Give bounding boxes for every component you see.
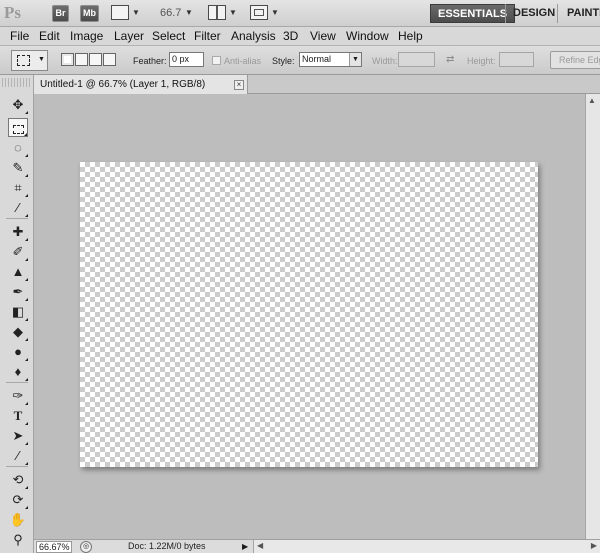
pen-tool-icon[interactable]: ✑ — [8, 386, 28, 405]
rectangular-marquee-icon — [17, 55, 30, 66]
menu-image[interactable]: Image — [70, 29, 103, 43]
intersect-selection-button[interactable] — [103, 53, 116, 66]
crop-tool-icon[interactable]: ⌗ — [8, 178, 28, 197]
dodge-tool-icon[interactable]: ♦ — [8, 362, 28, 381]
lasso-tool-icon[interactable]: ◌ — [8, 138, 28, 157]
toolbar-divider — [6, 218, 28, 219]
menu-edit[interactable]: Edit — [39, 29, 60, 43]
paint-bucket-tool-icon[interactable]: ◆ — [8, 322, 28, 341]
tools-panel: ✥ ◌ ✎ ⌗ ⁄ ✚ ✐ ▲ ✒ ◧ ◆ ● ♦ ✑ T ➤ ∕ ⟲ ⟳ ✋ … — [0, 75, 34, 553]
transparent-canvas[interactable] — [80, 162, 538, 467]
close-icon[interactable]: × — [234, 80, 244, 90]
antialias-label: Anti-alias — [224, 56, 262, 66]
history-brush-tool-icon[interactable]: ✒ — [8, 282, 28, 301]
path-selection-tool-icon[interactable]: ➤ — [8, 426, 28, 445]
arrange-documents-button[interactable]: ▼ — [208, 5, 237, 22]
chevron-down-icon: ▼ — [38, 56, 45, 63]
chevron-down-icon[interactable]: ▼ — [185, 8, 193, 17]
workspace-divider — [557, 4, 558, 23]
screen-mode-icon — [250, 5, 268, 20]
feather-input[interactable]: 0 px — [169, 52, 204, 67]
width-label: Width: — [372, 56, 398, 66]
menu-window[interactable]: Window — [346, 29, 389, 43]
eraser-tool-icon[interactable]: ◧ — [8, 302, 28, 321]
chevron-down-icon: ▼ — [271, 8, 279, 17]
menu-view[interactable]: View — [310, 29, 336, 43]
status-bar: 66.67% ◎ Doc: 1.22M/0 bytes ▶ ◀ ▶ — [34, 539, 600, 553]
subtract-from-selection-button[interactable] — [89, 53, 102, 66]
tool-preset-picker[interactable]: ▼ — [11, 50, 48, 71]
spot-healing-brush-tool-icon[interactable]: ✚ — [8, 222, 28, 241]
document-window — [34, 94, 585, 539]
workspace-essentials[interactable]: ESSENTIALS — [430, 4, 516, 23]
move-tool-icon[interactable]: ✥ — [8, 95, 28, 114]
antialias-checkbox[interactable] — [212, 56, 221, 65]
toolbar-divider — [6, 382, 28, 383]
launch-bridge-button[interactable]: Br — [52, 5, 69, 22]
status-zoom-field[interactable]: 66.67% — [36, 541, 72, 553]
height-label: Height: — [467, 56, 496, 66]
screen-mode-button[interactable]: ▼ — [250, 5, 279, 22]
menu-file[interactable]: File — [10, 29, 29, 43]
vertical-scrollbar[interactable]: ▲ — [585, 94, 600, 539]
zoom-level-dropdown[interactable]: 66.7 — [160, 7, 181, 19]
arrange-documents-icon — [208, 5, 226, 20]
menu-3d[interactable]: 3D — [283, 29, 298, 43]
rectangular-marquee-tool-icon[interactable] — [8, 118, 28, 137]
hand-tool-icon[interactable]: ✋ — [8, 510, 28, 529]
chevron-down-icon: ▼ — [229, 8, 237, 17]
launch-mini-bridge-button[interactable]: Mb — [80, 5, 99, 22]
menu-bar: File Edit Image Layer Select Filter Anal… — [0, 27, 600, 46]
scroll-up-icon[interactable]: ▲ — [588, 96, 596, 105]
view-extras-icon — [111, 5, 129, 20]
eyedropper-tool-icon[interactable]: ⁄ — [8, 198, 28, 217]
panel-grip[interactable] — [2, 78, 32, 87]
workspace-painting[interactable]: PAINTI — [560, 4, 600, 23]
workspace-design[interactable]: DESIGN — [506, 4, 562, 23]
swap-icon[interactable]: ⇄ — [446, 54, 454, 65]
application-bar: Ps Br Mb ▼ 66.7 ▼ ▼ ▼ ESSENTIALS DESIGN … — [0, 0, 600, 27]
zoom-tool-icon[interactable]: ⚲ — [8, 530, 28, 549]
blur-tool-icon[interactable]: ● — [8, 342, 28, 361]
view-extras-button[interactable]: ▼ — [111, 5, 140, 22]
style-label: Style: — [272, 56, 295, 66]
add-to-selection-button[interactable] — [75, 53, 88, 66]
3d-rotate-tool-icon[interactable]: ⟲ — [8, 470, 28, 489]
line-tool-icon[interactable]: ∕ — [8, 446, 28, 465]
style-select[interactable]: Normal ▼ — [299, 52, 362, 67]
scroll-left-icon[interactable]: ◀ — [257, 541, 263, 550]
document-info: Doc: 1.22M/0 bytes — [128, 541, 206, 551]
chevron-down-icon: ▼ — [132, 8, 140, 17]
menu-analysis[interactable]: Analysis — [231, 29, 276, 43]
style-select-value: Normal — [302, 54, 332, 64]
height-input[interactable] — [499, 52, 534, 67]
new-selection-button[interactable] — [61, 53, 74, 66]
status-menu-arrow-icon[interactable]: ▶ — [242, 542, 248, 551]
document-tab-bar: Untitled-1 @ 66.7% (Layer 1, RGB/8) × — [34, 75, 600, 94]
brush-tool-icon[interactable]: ✐ — [8, 242, 28, 261]
feather-label: Feather: — [133, 56, 167, 66]
document-tab-title: Untitled-1 @ 66.7% (Layer 1, RGB/8) — [40, 79, 206, 90]
refine-edge-button[interactable]: Refine Edge... — [550, 51, 600, 69]
menu-filter[interactable]: Filter — [194, 29, 221, 43]
quick-selection-tool-icon[interactable]: ✎ — [8, 158, 28, 177]
type-tool-icon[interactable]: T — [8, 406, 28, 425]
menu-layer[interactable]: Layer — [114, 29, 144, 43]
3d-orbit-tool-icon[interactable]: ⟳ — [8, 490, 28, 509]
width-input[interactable] — [398, 52, 435, 67]
toolbar-divider — [6, 466, 28, 467]
menu-help[interactable]: Help — [398, 29, 423, 43]
clone-stamp-tool-icon[interactable]: ▲ — [8, 262, 28, 281]
menu-select[interactable]: Select — [152, 29, 185, 43]
status-info-icon[interactable]: ◎ — [80, 541, 92, 553]
chevron-down-icon: ▼ — [349, 53, 361, 66]
document-tab[interactable]: Untitled-1 @ 66.7% (Layer 1, RGB/8) × — [34, 75, 248, 94]
options-bar: ▼ Feather: 0 px Anti-alias Style: Normal… — [0, 46, 600, 75]
scroll-right-icon[interactable]: ▶ — [591, 541, 597, 550]
photoshop-logo: Ps — [4, 3, 21, 22]
horizontal-scrollbar[interactable]: ◀ ▶ — [253, 540, 600, 553]
